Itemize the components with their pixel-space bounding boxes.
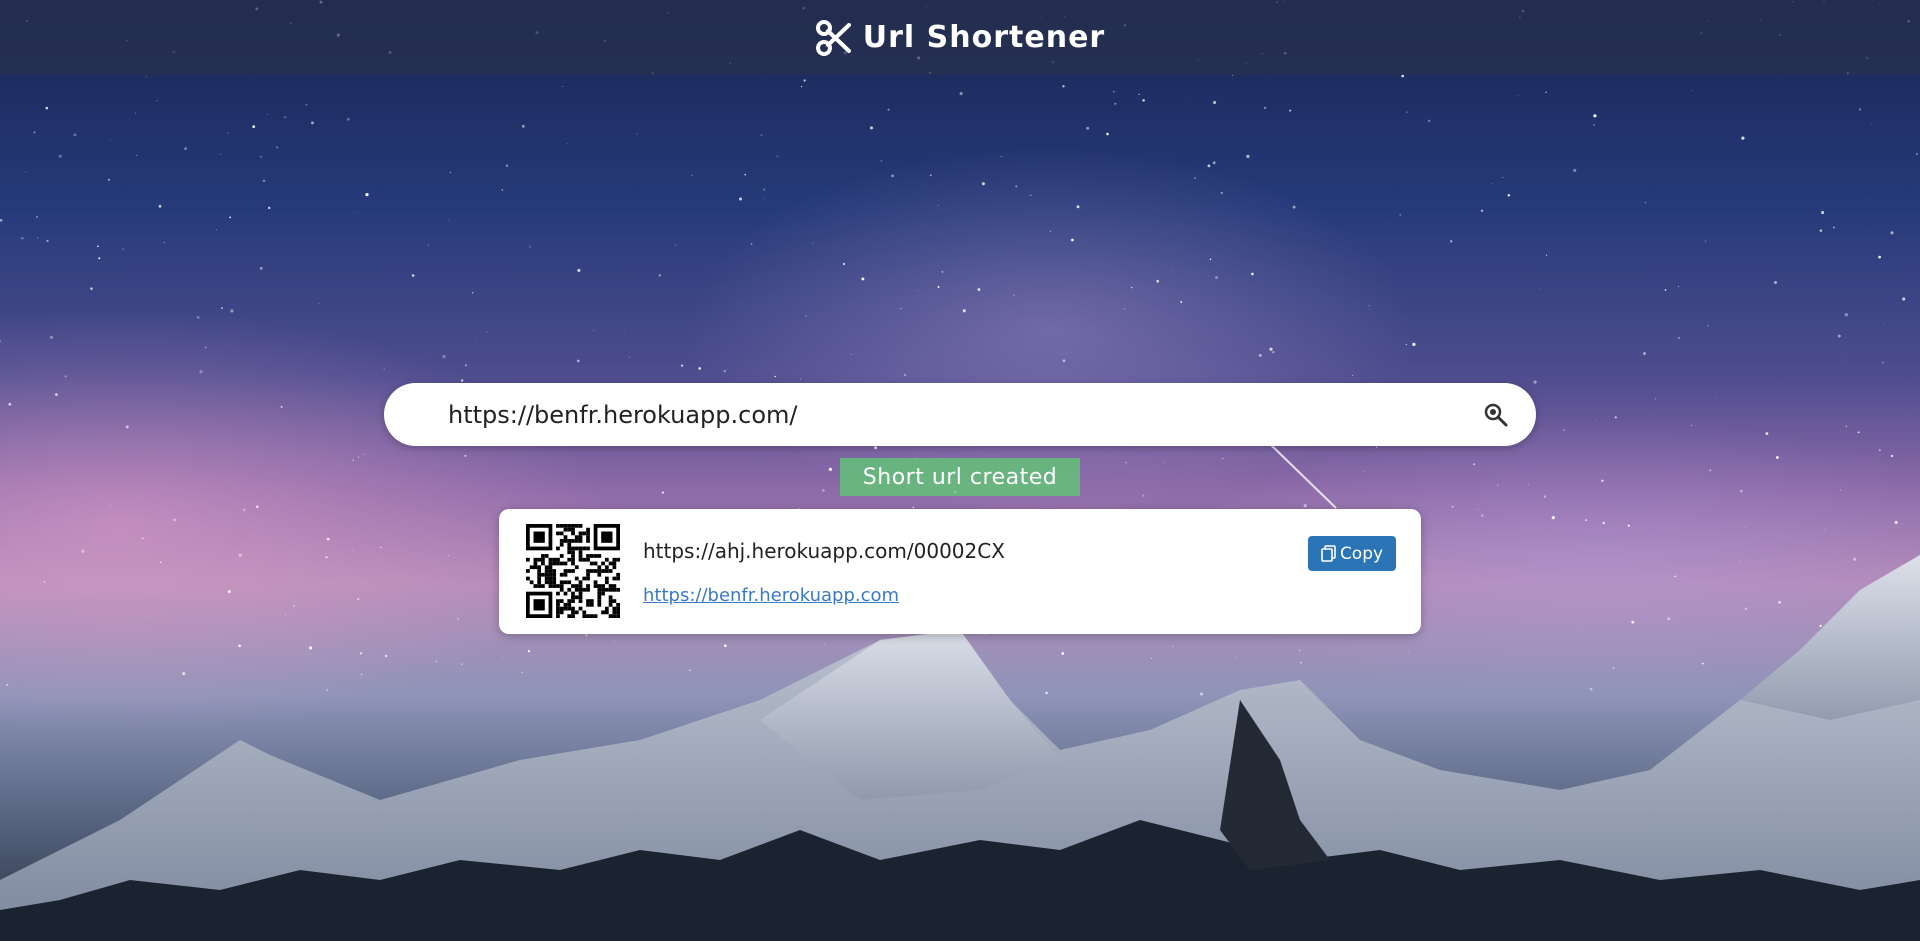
status-message: Short url created bbox=[840, 458, 1080, 496]
copy-button-label: Copy bbox=[1339, 543, 1384, 564]
short-url: https://ahj.herokuapp.com/00002CX bbox=[643, 539, 1005, 563]
page: Url Shortener Short url created https://… bbox=[0, 0, 1920, 941]
search-button[interactable] bbox=[1482, 401, 1510, 429]
original-url-link[interactable]: https://benfr.herokuapp.com bbox=[643, 585, 899, 606]
result-card: https://ahj.herokuapp.com/00002CX https:… bbox=[499, 509, 1421, 634]
qr-code-icon bbox=[526, 524, 620, 618]
url-input[interactable] bbox=[446, 393, 1450, 436]
app-title: Url Shortener bbox=[862, 20, 1106, 55]
header-bar: Url Shortener bbox=[0, 0, 1920, 75]
scissors-icon bbox=[815, 19, 853, 57]
copy-button[interactable]: Copy bbox=[1308, 536, 1396, 571]
search-icon bbox=[1484, 403, 1508, 427]
copy-icon bbox=[1321, 545, 1336, 562]
search-bar bbox=[384, 383, 1536, 446]
